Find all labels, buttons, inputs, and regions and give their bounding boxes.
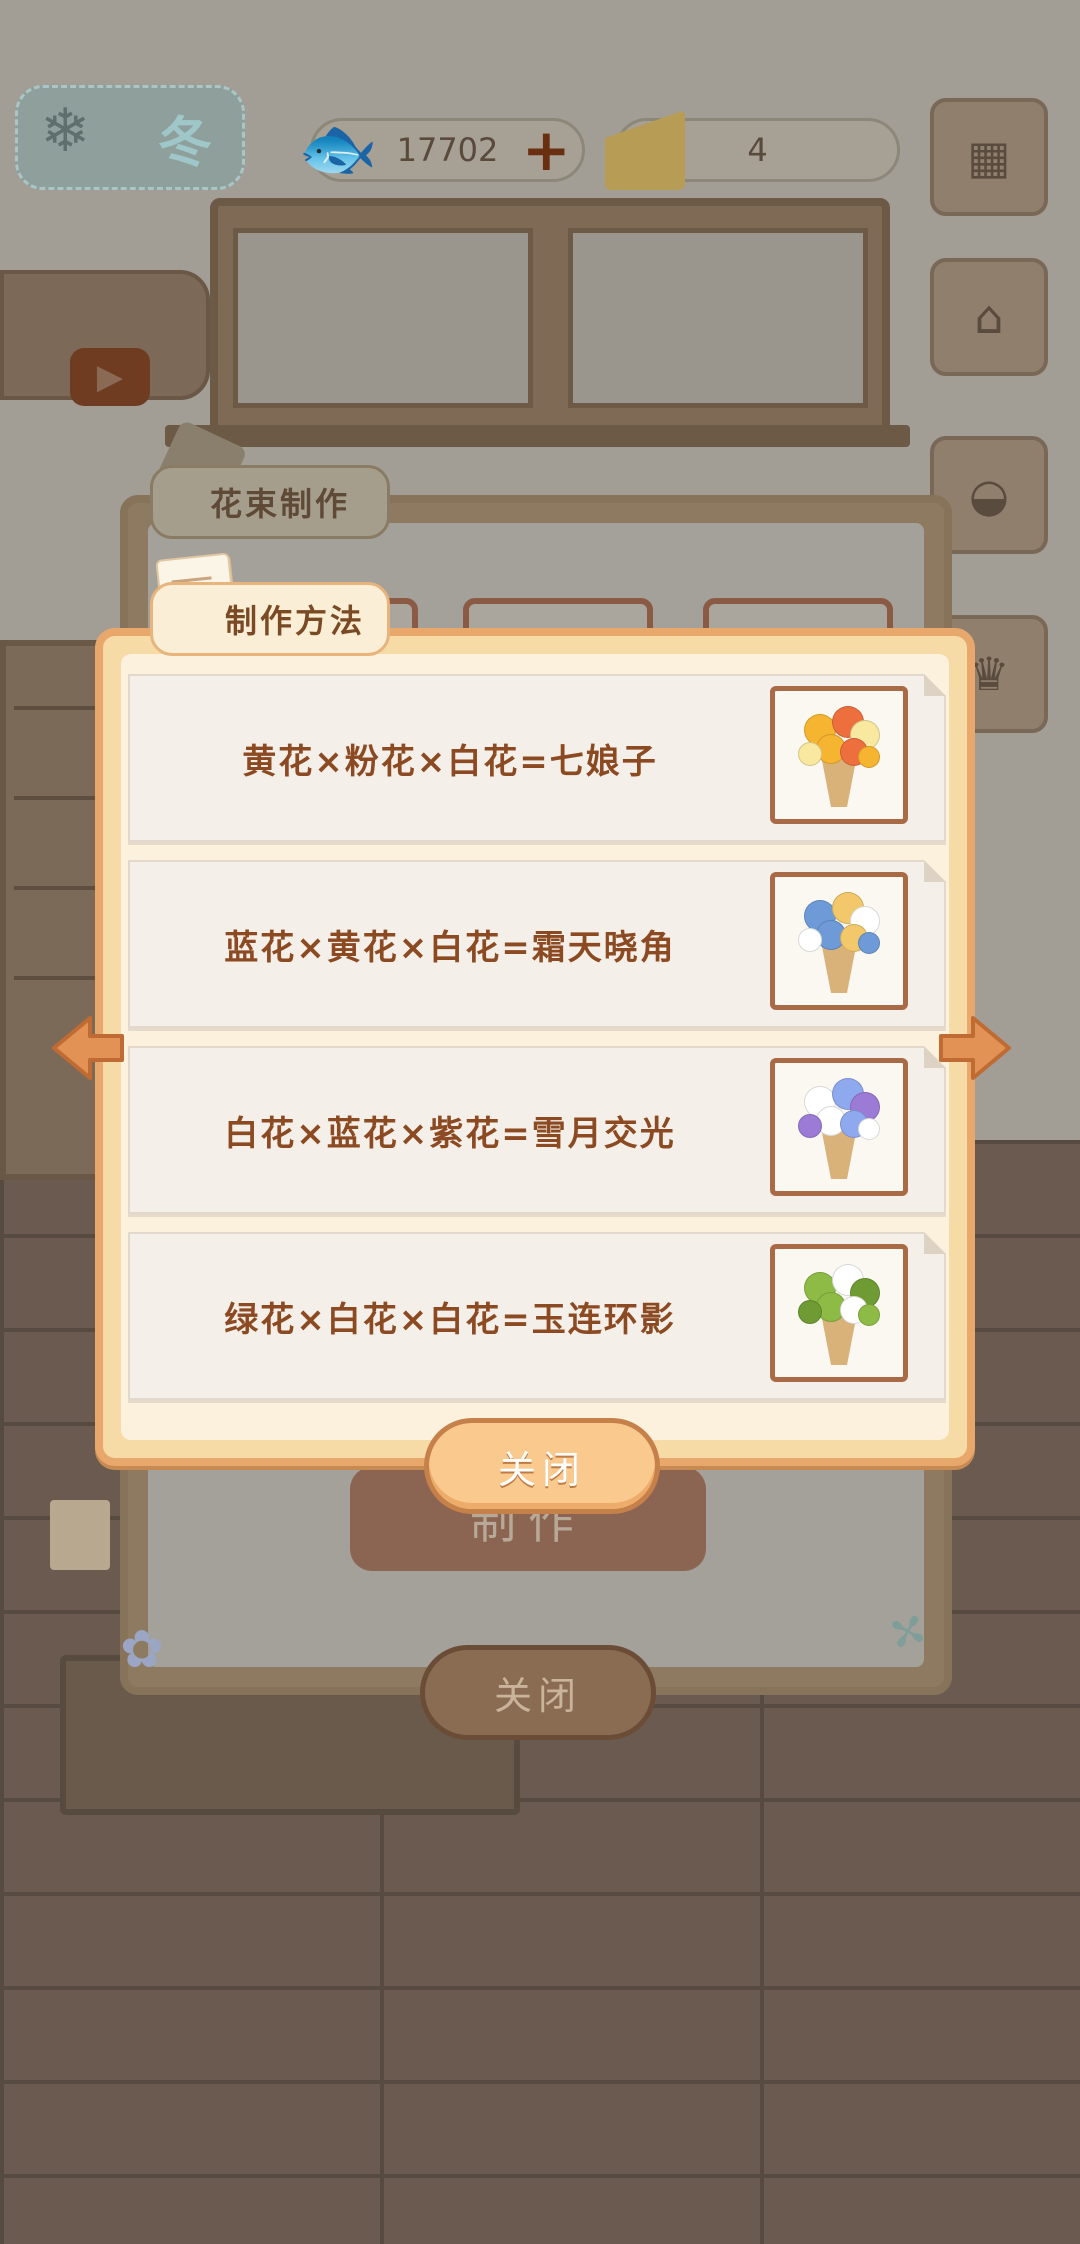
tab-recipes-label: 制作方法 bbox=[224, 602, 365, 640]
butterfly-icon: ✿ bbox=[120, 1620, 164, 1680]
display-shelf bbox=[210, 198, 890, 438]
tab-recipes[interactable]: 制作方法 bbox=[150, 582, 390, 656]
bloom bbox=[858, 932, 880, 954]
shelf-glass-right bbox=[568, 228, 868, 408]
cheese-count: 4 bbox=[747, 131, 768, 169]
arrow-right-icon[interactable] bbox=[935, 1008, 1015, 1088]
recipe-text: 绿花×白花×白花=玉连环影 bbox=[224, 1299, 676, 1340]
recipe-card: 绿花×白花×白花=玉连环影 bbox=[128, 1232, 946, 1400]
fishbone-icon: 🐟 bbox=[298, 111, 378, 186]
bouquet-blue-hydrangea-icon bbox=[770, 872, 908, 1010]
basket-icon: ◒ bbox=[968, 468, 1010, 522]
season-indicator: ❄ 冬 bbox=[15, 85, 245, 190]
add-fish-button[interactable]: + bbox=[522, 121, 571, 179]
shelf-glass-left bbox=[233, 228, 533, 408]
recipe-text: 白花×蓝花×紫花=雪月交光 bbox=[224, 1113, 676, 1154]
season-label: 冬 bbox=[158, 111, 214, 174]
tab-bouquet-craft[interactable]: 花束制作 bbox=[150, 465, 390, 539]
bloom bbox=[798, 1300, 822, 1324]
recipe-text: 蓝花×黄花×白花=霜天晓角 bbox=[224, 927, 676, 968]
bloom bbox=[858, 746, 880, 768]
tab-bouquet-craft-label: 花束制作 bbox=[209, 485, 350, 523]
fish-count: 17702 bbox=[396, 131, 499, 169]
recipe-card: 蓝花×黄花×白花=霜天晓角 bbox=[128, 860, 946, 1028]
close-button[interactable]: 关闭 bbox=[424, 1418, 660, 1514]
bouquet-green-white-icon bbox=[770, 1244, 908, 1382]
close-button-label: 关闭 bbox=[497, 1447, 586, 1492]
recipe-card: 黄花×粉花×白花=七娘子 bbox=[128, 674, 946, 842]
recipe-card: 白花×蓝花×紫花=雪月交光 bbox=[128, 1046, 946, 1214]
notepad-icon[interactable] bbox=[50, 1500, 110, 1570]
window-button[interactable]: ▦ bbox=[930, 98, 1048, 216]
winter-tree-icon: ❄ bbox=[40, 96, 91, 166]
shop-stall-icon: ⌂ bbox=[974, 290, 1004, 344]
recipe-text: 黄花×粉花×白花=七娘子 bbox=[242, 741, 658, 782]
window-icon: ▦ bbox=[967, 130, 1011, 184]
shop-stall-button[interactable]: ⌂ bbox=[930, 258, 1048, 376]
back-close-button[interactable]: 关闭 bbox=[420, 1645, 656, 1740]
back-close-button-label: 关闭 bbox=[493, 1674, 582, 1718]
bloom bbox=[798, 742, 822, 766]
bloom bbox=[798, 928, 822, 952]
bloom bbox=[798, 1114, 822, 1138]
bloom bbox=[858, 1304, 880, 1326]
play-icon[interactable]: ▶ bbox=[70, 348, 150, 406]
shelf-board bbox=[165, 425, 910, 447]
bouquet-white-purple-icon bbox=[770, 1058, 908, 1196]
bouquet-yellow-orange-icon bbox=[770, 686, 908, 824]
left-cabinet bbox=[0, 640, 110, 1180]
bloom bbox=[858, 1118, 880, 1140]
arrow-left-icon[interactable] bbox=[48, 1008, 128, 1088]
